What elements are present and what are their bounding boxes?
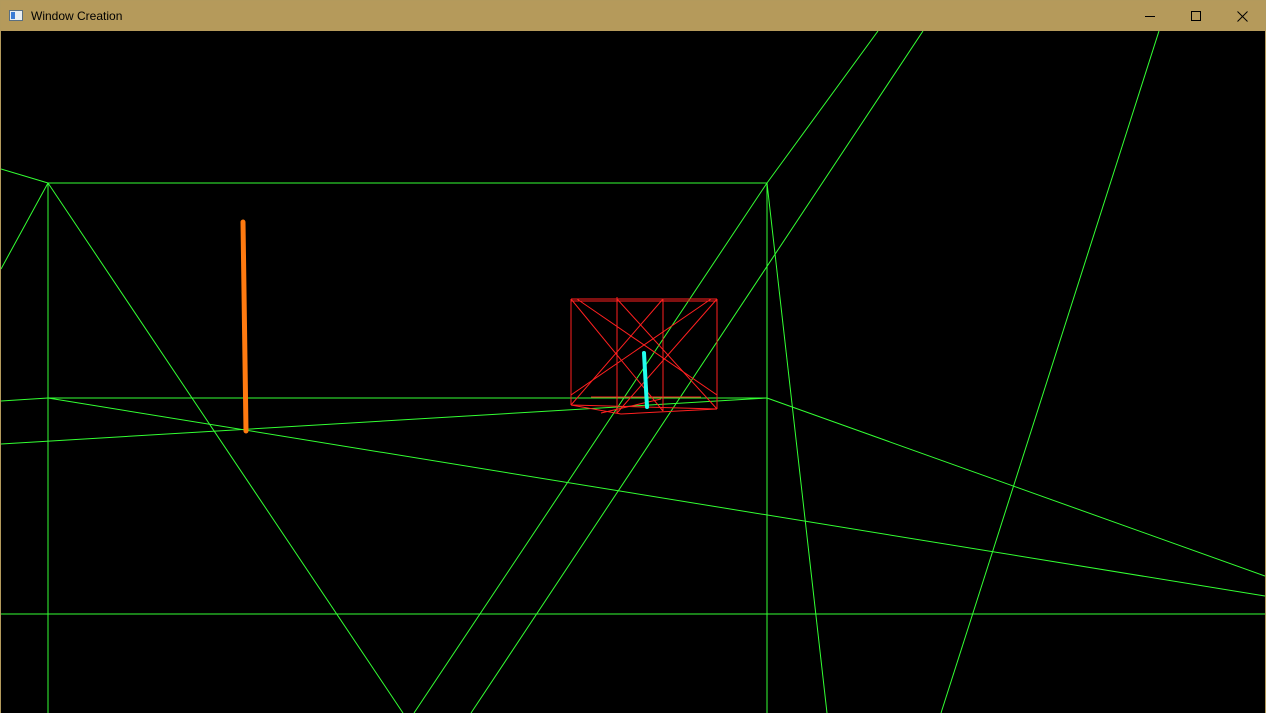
maximize-button[interactable] (1173, 1, 1219, 31)
wire-line (1, 397, 768, 445)
title-bar[interactable]: Window Creation (1, 1, 1265, 31)
wire-line (470, 31, 924, 713)
render-viewport[interactable] (1, 31, 1265, 713)
wire-line (1, 397, 49, 402)
wire-line (766, 397, 1265, 577)
wire-line (1, 168, 49, 184)
scene-canvas (1, 31, 1265, 713)
wire-line (47, 182, 404, 713)
box-edge (570, 298, 712, 396)
wire-line (1, 182, 49, 270)
window-app-icon[interactable] (9, 10, 23, 21)
wire-line (766, 182, 828, 713)
box-edge (620, 408, 718, 415)
cyan-line (642, 351, 649, 409)
wire-line (413, 182, 768, 713)
wire-line (940, 31, 1160, 713)
green-wireframe-room (1, 31, 1265, 713)
wire-line (47, 397, 1265, 597)
app-window: Window Creation (0, 0, 1266, 713)
window-title: Window Creation (31, 9, 123, 23)
orange-line (240, 219, 249, 434)
wire-line (766, 31, 879, 184)
minimize-button[interactable] (1127, 1, 1173, 31)
close-button[interactable] (1219, 1, 1265, 31)
close-icon (1237, 11, 1248, 22)
minimize-icon (1145, 16, 1155, 17)
maximize-icon (1191, 11, 1201, 21)
